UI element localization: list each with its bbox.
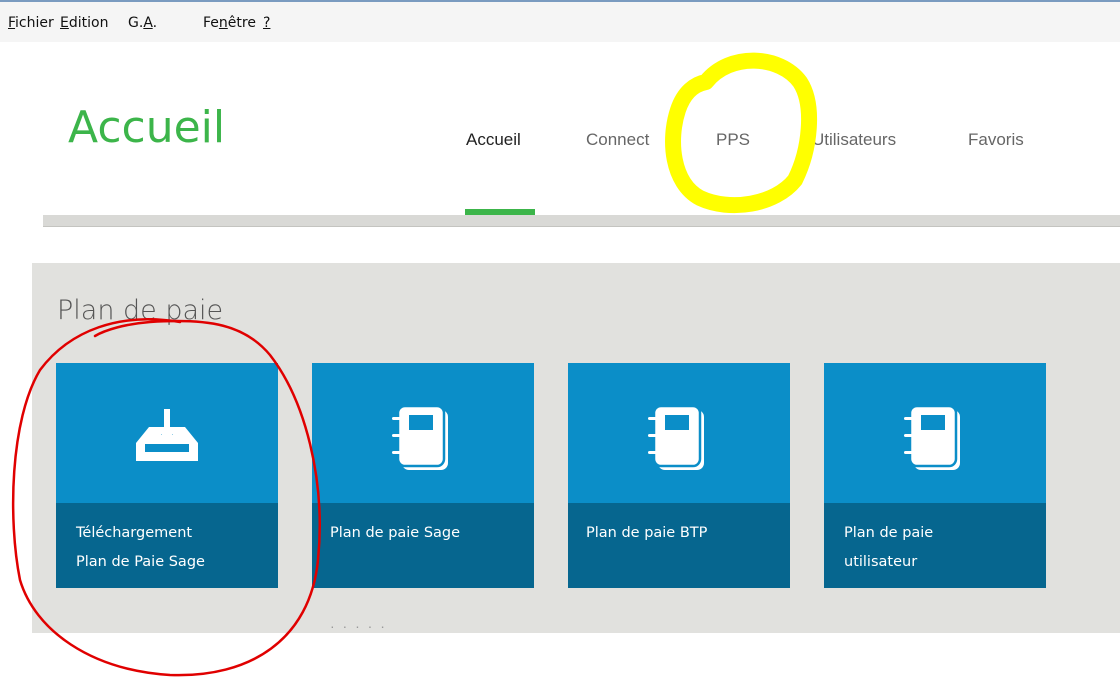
notebook-icon — [904, 404, 960, 470]
tile-bottom: Plan de paie Sage — [312, 503, 534, 588]
tile-plan-de-paie-sage[interactable]: Plan de paie Sage — [312, 363, 534, 588]
tab-favoris[interactable]: Favoris — [968, 130, 1024, 150]
menu-fenetre[interactable]: Fenêtre — [203, 15, 256, 31]
tile-bottom: Plan de paie utilisateur — [824, 503, 1046, 588]
tab-utilisateurs[interactable]: Utilisateurs — [812, 130, 896, 150]
menu-bar: Fichier Edition G.A. Fenêtre ? — [0, 0, 1120, 42]
tile-bottom: Téléchargement Plan de Paie Sage — [56, 503, 278, 588]
tile-plan-de-paie-utilisateur[interactable]: Plan de paie utilisateur — [824, 363, 1046, 588]
tab-pps[interactable]: PPS — [716, 130, 750, 150]
partial-text-fragment: · · · · · — [330, 619, 387, 633]
tile-label: Plan de paie BTP — [586, 525, 708, 541]
notebook-icon — [648, 404, 704, 470]
menu-edition[interactable]: Edition — [60, 15, 108, 31]
menu-help[interactable]: ? — [263, 15, 270, 31]
tile-plan-de-paie-btp[interactable]: Plan de paie BTP — [568, 363, 790, 588]
notebook-icon — [392, 404, 448, 470]
tab-accueil[interactable]: Accueil — [466, 130, 521, 150]
page-title: Accueil — [68, 102, 226, 153]
tile-top — [568, 363, 790, 503]
tile-top — [312, 363, 534, 503]
tile-telechargement-plan-de-paie-sage[interactable]: Téléchargement Plan de Paie Sage — [56, 363, 278, 588]
tile-top — [56, 363, 278, 503]
header-divider — [43, 215, 1120, 227]
tile-label: Plan de paie Sage — [330, 525, 461, 541]
section-title: Plan de paie — [57, 295, 224, 326]
menu-ga[interactable]: G.A. — [128, 15, 157, 31]
tile-label: Plan de paie utilisateur — [844, 525, 934, 570]
tab-connect[interactable]: Connect — [586, 130, 649, 150]
tile-top — [824, 363, 1046, 503]
tile-bottom: Plan de paie BTP — [568, 503, 790, 588]
download-tray-icon — [136, 409, 198, 461]
tile-label: Téléchargement Plan de Paie Sage — [76, 525, 205, 570]
menu-fichier[interactable]: Fichier — [8, 15, 54, 31]
